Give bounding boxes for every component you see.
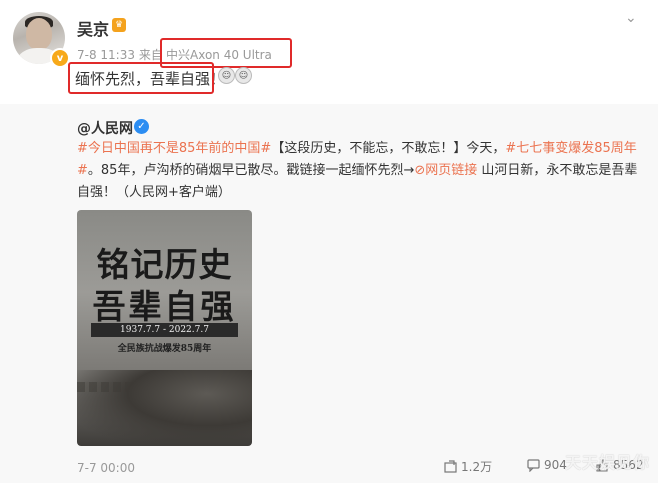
highlight-box-text <box>68 62 214 94</box>
poster-dates: 1937.7.7 - 2022.7.7 <box>91 323 238 337</box>
salute-emoji-icon: ☺ <box>218 67 235 84</box>
post-username[interactable]: 吴京 <box>77 16 109 40</box>
stone-lion-graphic <box>77 370 252 446</box>
comment-button[interactable]: 904 <box>527 458 567 472</box>
share-icon <box>444 460 457 473</box>
poster-image[interactable]: 铭记历史 吾辈自强 1937.7.7 - 2022.7.7 全民族抗战爆发85周… <box>77 210 252 446</box>
share-count: 1.2万 <box>461 460 493 474</box>
poster-title-line2: 吾辈自强 <box>92 287 237 326</box>
repost-username[interactable]: @人民网 <box>77 118 133 138</box>
poster-subtitle: 全民族抗战爆发85周年 <box>117 344 212 354</box>
link-icon[interactable]: ⊘ <box>414 163 425 178</box>
verified-badge-icon: v <box>50 48 70 68</box>
blue-verified-icon: ✓ <box>134 119 149 134</box>
poster-title-line1: 铭记历史 <box>96 245 233 284</box>
chevron-down-icon[interactable]: ⌄ <box>625 10 637 26</box>
repost-date[interactable]: 7-7 00:00 <box>77 461 135 475</box>
repost-text: #今日中国再不是85年前的中国#【这段历史，不能忘，不敢忘！】今天，#七七事变爆… <box>77 141 638 200</box>
hashtag-link[interactable]: #今日中国再不是85年前的中国# <box>77 141 271 156</box>
share-button[interactable]: 1.2万 <box>444 458 492 475</box>
watermark-text: 天天娱见你 <box>565 453 651 472</box>
comment-count: 904 <box>544 458 567 472</box>
salute-emoji-icon: ☺ <box>235 67 252 84</box>
member-crown-icon: ♛ <box>112 18 126 32</box>
comment-icon <box>527 458 540 472</box>
web-link[interactable]: 网页链接 <box>425 163 477 178</box>
post-meta: 7-8 11:33 来自 <box>77 46 163 63</box>
post-time[interactable]: 7-8 11:33 <box>77 48 135 62</box>
